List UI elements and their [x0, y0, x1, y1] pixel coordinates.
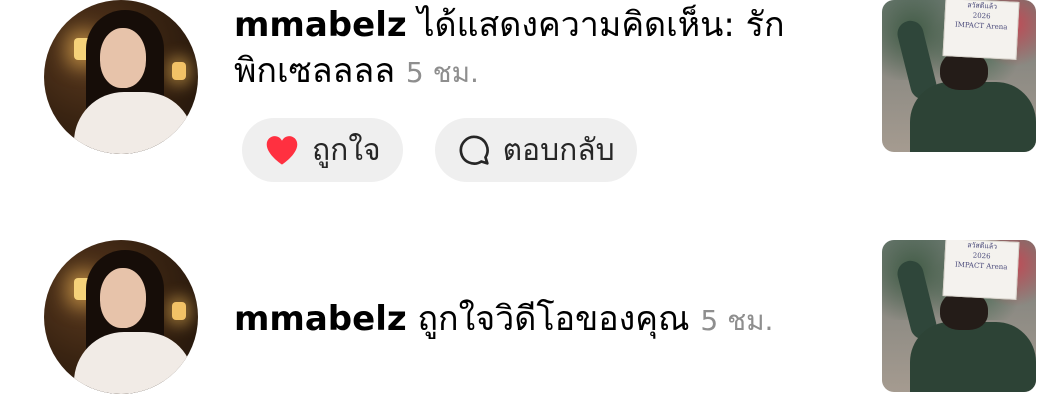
avatar-lamp [172, 302, 186, 320]
avatar-lamp [172, 62, 186, 80]
notification-actions: ถูกใจ ตอบกลับ [242, 118, 637, 182]
thumbnail-sign: สวัสดีแล้ว 2026 IMPACT Arena [942, 240, 1020, 300]
avatar[interactable] [44, 0, 198, 154]
notification-text: mmabelz ถูกใจวิดีโอของคุณ 5 ชม. [234, 296, 834, 344]
heart-icon [264, 134, 300, 166]
username[interactable]: mmabelz [234, 299, 407, 339]
thumbnail-person [910, 322, 1036, 392]
like-button-label: ถูกใจ [312, 132, 381, 168]
notification-message: ถูกใจวิดีโอของคุณ [406, 299, 690, 339]
avatar-face [100, 268, 146, 328]
video-thumbnail[interactable]: สวัสดีแล้ว 2026 IMPACT Arena [882, 240, 1036, 392]
username[interactable]: mmabelz [234, 5, 407, 45]
video-thumbnail[interactable]: สวัสดีแล้ว 2026 IMPACT Arena [882, 0, 1036, 152]
like-button[interactable]: ถูกใจ [242, 118, 403, 182]
thumbnail-person [910, 82, 1036, 152]
reply-button-label: ตอบกลับ [502, 132, 615, 168]
speech-bubble-icon [457, 134, 491, 166]
reply-button[interactable]: ตอบกลับ [434, 118, 637, 182]
notification-text: mmabelz ได้แสดงความคิดเห็น: รักพิกเซลลลล… [234, 2, 834, 96]
avatar-face [100, 28, 146, 88]
thumbnail-sign: สวัสดีแล้ว 2026 IMPACT Arena [942, 0, 1020, 60]
notification-time: 5 ชม. [405, 56, 479, 89]
avatar[interactable] [44, 240, 198, 394]
notification-time: 5 ชม. [700, 304, 774, 337]
